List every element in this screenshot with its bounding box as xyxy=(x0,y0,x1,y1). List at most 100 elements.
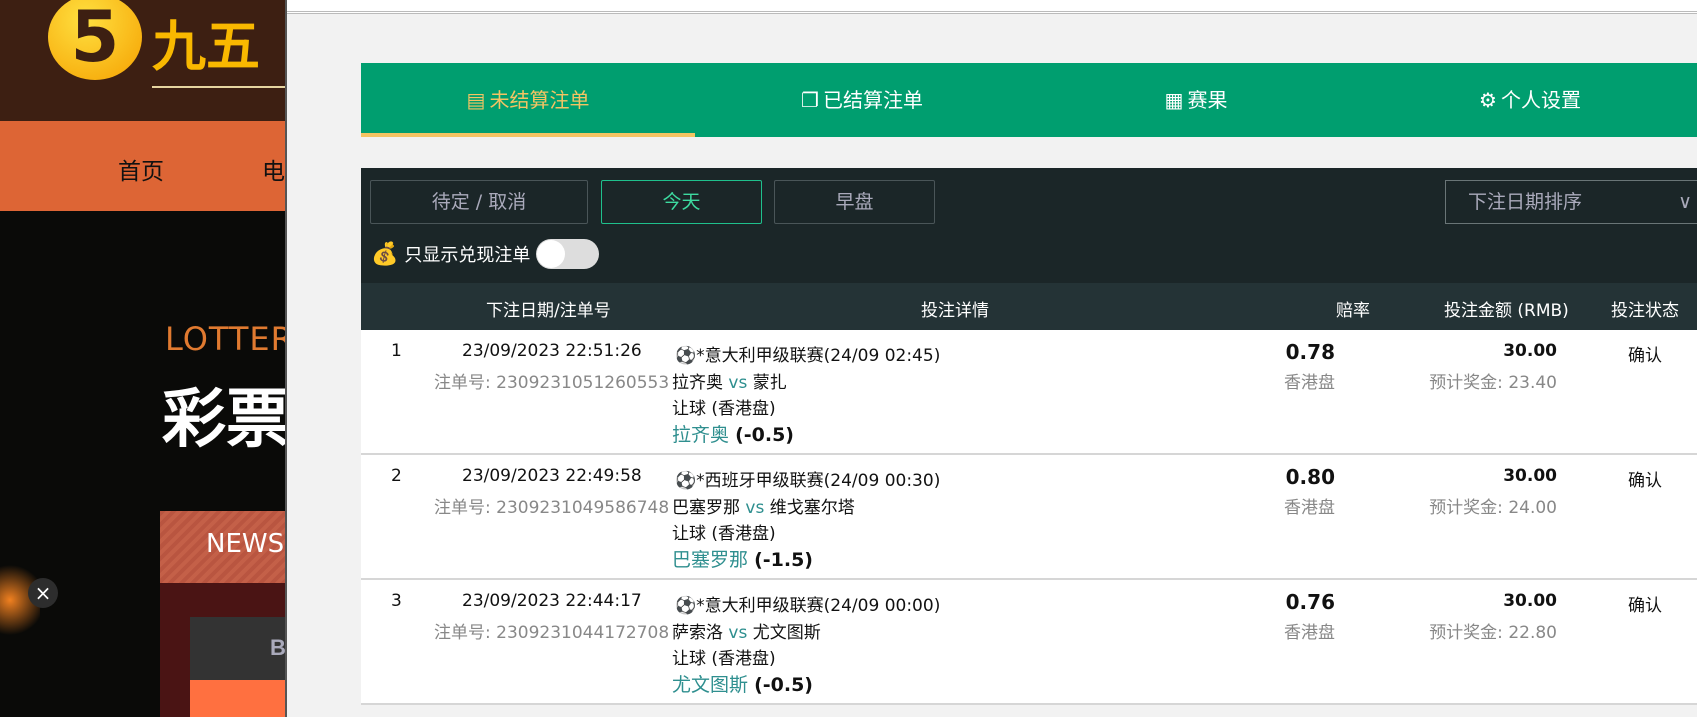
market: 让球 (香港盘) xyxy=(672,399,776,419)
bet-datetime: 23/09/2023 22:51:26 xyxy=(462,341,642,361)
col-date: 下注日期/注单号 xyxy=(486,301,611,321)
table-header: 下注日期/注单号 投注详情 赔率 投注金额 (RMB) 投注状态 xyxy=(361,283,1697,330)
selection: 巴塞罗那 (-1.5) xyxy=(672,545,813,572)
col-odds: 赔率 xyxy=(1336,301,1370,321)
ticket-number: 注单号: 2309231051260553 xyxy=(434,373,670,393)
home-team: 巴塞罗那 xyxy=(672,498,740,518)
league-name: *西班牙甲级联赛(24/09 00:30) xyxy=(696,471,941,491)
bet-datetime: 23/09/2023 22:49:58 xyxy=(462,466,642,486)
estimated-payout: 预计奖金: 22.80 xyxy=(1429,623,1557,643)
cashout-toggle[interactable] xyxy=(536,239,600,269)
news-label: NEWS xyxy=(160,511,285,583)
filter-panel: 待定 / 取消 今天 早盘 下注日期排序 ∨ 💰 只显示兑现注单 xyxy=(361,168,1697,283)
match: 巴塞罗那 vs 维戈塞尔塔 xyxy=(672,493,855,518)
league-name: *意大利甲级联赛(24/09 02:45) xyxy=(696,346,941,366)
site-nav: 首页 电 xyxy=(0,121,285,211)
close-icon[interactable]: × xyxy=(28,578,58,608)
away-team: 维戈塞尔塔 xyxy=(769,498,855,518)
cashout-toggle-label: 只显示兑现注单 xyxy=(404,245,531,266)
cashout-filter: 💰 只显示兑现注单 xyxy=(371,234,600,274)
gear-icon: ⚙ xyxy=(1479,88,1497,112)
bet-datetime: 23/09/2023 22:44:17 xyxy=(462,591,642,611)
col-status: 投注状态 xyxy=(1611,301,1679,321)
market: 让球 (香港盘) xyxy=(672,524,776,544)
tab-unsettled[interactable]: ▤ 未结算注单 xyxy=(361,63,695,137)
tab-label: 个人设置 xyxy=(1500,88,1581,112)
selection: 拉齐奥 (-0.5) xyxy=(672,420,794,447)
early-button[interactable]: 早盘 xyxy=(774,180,935,224)
sort-select-value: 下注日期排序 xyxy=(1468,191,1583,213)
league-name: *意大利甲级联赛(24/09 00:00) xyxy=(696,596,941,616)
col-stake: 投注金额 (RMB) xyxy=(1444,301,1569,321)
results-icon: ▦ xyxy=(1164,88,1184,112)
match: 萨索洛 vs 尤文图斯 xyxy=(672,618,821,643)
soccer-ball-icon: ⚽ xyxy=(675,346,697,366)
tab-label: 已结算注单 xyxy=(822,88,923,112)
money-bag-icon: 💰 xyxy=(371,241,399,267)
estimated-payout: 预计奖金: 23.40 xyxy=(1429,373,1557,393)
nav-home[interactable]: 首页 xyxy=(118,152,164,186)
home-team: 拉齐奥 xyxy=(672,373,723,393)
tab-settings[interactable]: ⚙ 个人设置 xyxy=(1363,63,1697,137)
league: ⚽*意大利甲级联赛(24/09 02:45) xyxy=(675,341,940,366)
stake: 30.00 xyxy=(1503,591,1557,611)
selection-team: 巴塞罗那 xyxy=(672,549,749,571)
odds: 0.76 xyxy=(1285,590,1335,614)
selection-team: 尤文图斯 xyxy=(672,674,749,696)
estimated-payout: 预计奖金: 24.00 xyxy=(1429,498,1557,518)
table-row[interactable]: 1 23/09/2023 22:51:26 注单号: 2309231051260… xyxy=(361,330,1697,455)
odds: 0.78 xyxy=(1285,340,1335,364)
soccer-ball-icon: ⚽ xyxy=(675,471,697,491)
logo-icon: 5 xyxy=(48,0,142,80)
settled-icon: ❐ xyxy=(801,88,819,112)
odds-type: 香港盘 xyxy=(1284,373,1335,393)
bet-status: 确认 xyxy=(1628,471,1662,491)
tab-label: 赛果 xyxy=(1187,88,1228,112)
pending-cancel-button[interactable]: 待定 / 取消 xyxy=(370,180,588,224)
odds-type: 香港盘 xyxy=(1284,498,1335,518)
brand-box: B xyxy=(190,617,285,680)
market: 让球 (香港盘) xyxy=(672,649,776,669)
col-detail: 投注详情 xyxy=(921,301,989,321)
logo-ornament xyxy=(152,86,285,88)
site-header: 5 九五 xyxy=(0,0,285,121)
away-team: 尤文图斯 xyxy=(752,623,821,643)
match: 拉齐奥 vs 蒙扎 xyxy=(672,368,787,393)
handicap-line: (-0.5) xyxy=(754,674,813,696)
banner-title: 彩票 xyxy=(162,383,287,457)
row-index: 2 xyxy=(391,466,402,486)
address-bar[interactable] xyxy=(287,0,1697,14)
home-team: 萨索洛 xyxy=(672,623,723,643)
tab-label: 未结算注单 xyxy=(489,88,590,112)
league: ⚽*西班牙甲级联赛(24/09 00:30) xyxy=(675,466,940,491)
handicap-line: (-1.5) xyxy=(754,549,813,571)
vs-label: vs xyxy=(728,623,748,643)
background-site: 5 九五 首页 电 LOTTER 彩票 × NEWS B xyxy=(0,0,287,717)
row-index: 1 xyxy=(391,341,402,361)
vs-label: vs xyxy=(728,373,748,393)
ticket-number: 注单号: 2309231044172708 xyxy=(434,623,670,643)
logo-text: 九五 xyxy=(152,14,260,78)
table-row[interactable]: 2 23/09/2023 22:49:58 注单号: 2309231049586… xyxy=(361,455,1697,580)
tab-settled[interactable]: ❐ 已结算注单 xyxy=(695,63,1029,137)
nav-item[interactable]: 电 xyxy=(262,152,285,186)
away-team: 蒙扎 xyxy=(752,373,787,393)
bet-status: 确认 xyxy=(1628,596,1662,616)
main-tabs: ▤ 未结算注单 ❐ 已结算注单 ▦ 赛果 ⚙ 个人设置 xyxy=(361,63,1697,137)
banner-label: LOTTER xyxy=(165,320,287,358)
odds-type: 香港盘 xyxy=(1284,623,1335,643)
chevron-down-icon: ∨ xyxy=(1678,191,1692,213)
soccer-ball-icon: ⚽ xyxy=(675,596,697,616)
vs-label: vs xyxy=(745,498,765,518)
bet-status: 确认 xyxy=(1628,346,1662,366)
table-row[interactable]: 3 23/09/2023 22:44:17 注单号: 2309231044172… xyxy=(361,580,1697,705)
odds: 0.80 xyxy=(1285,465,1335,489)
today-button[interactable]: 今天 xyxy=(601,180,762,224)
stake: 30.00 xyxy=(1503,341,1557,361)
handicap-line: (-0.5) xyxy=(735,424,794,446)
ledger-icon: ▤ xyxy=(466,88,486,112)
sort-select[interactable]: 下注日期排序 ∨ xyxy=(1445,180,1697,224)
tab-results[interactable]: ▦ 赛果 xyxy=(1029,63,1363,137)
ticket-number: 注单号: 2309231049586748 xyxy=(434,498,670,518)
selection-team: 拉齐奥 xyxy=(672,424,730,446)
